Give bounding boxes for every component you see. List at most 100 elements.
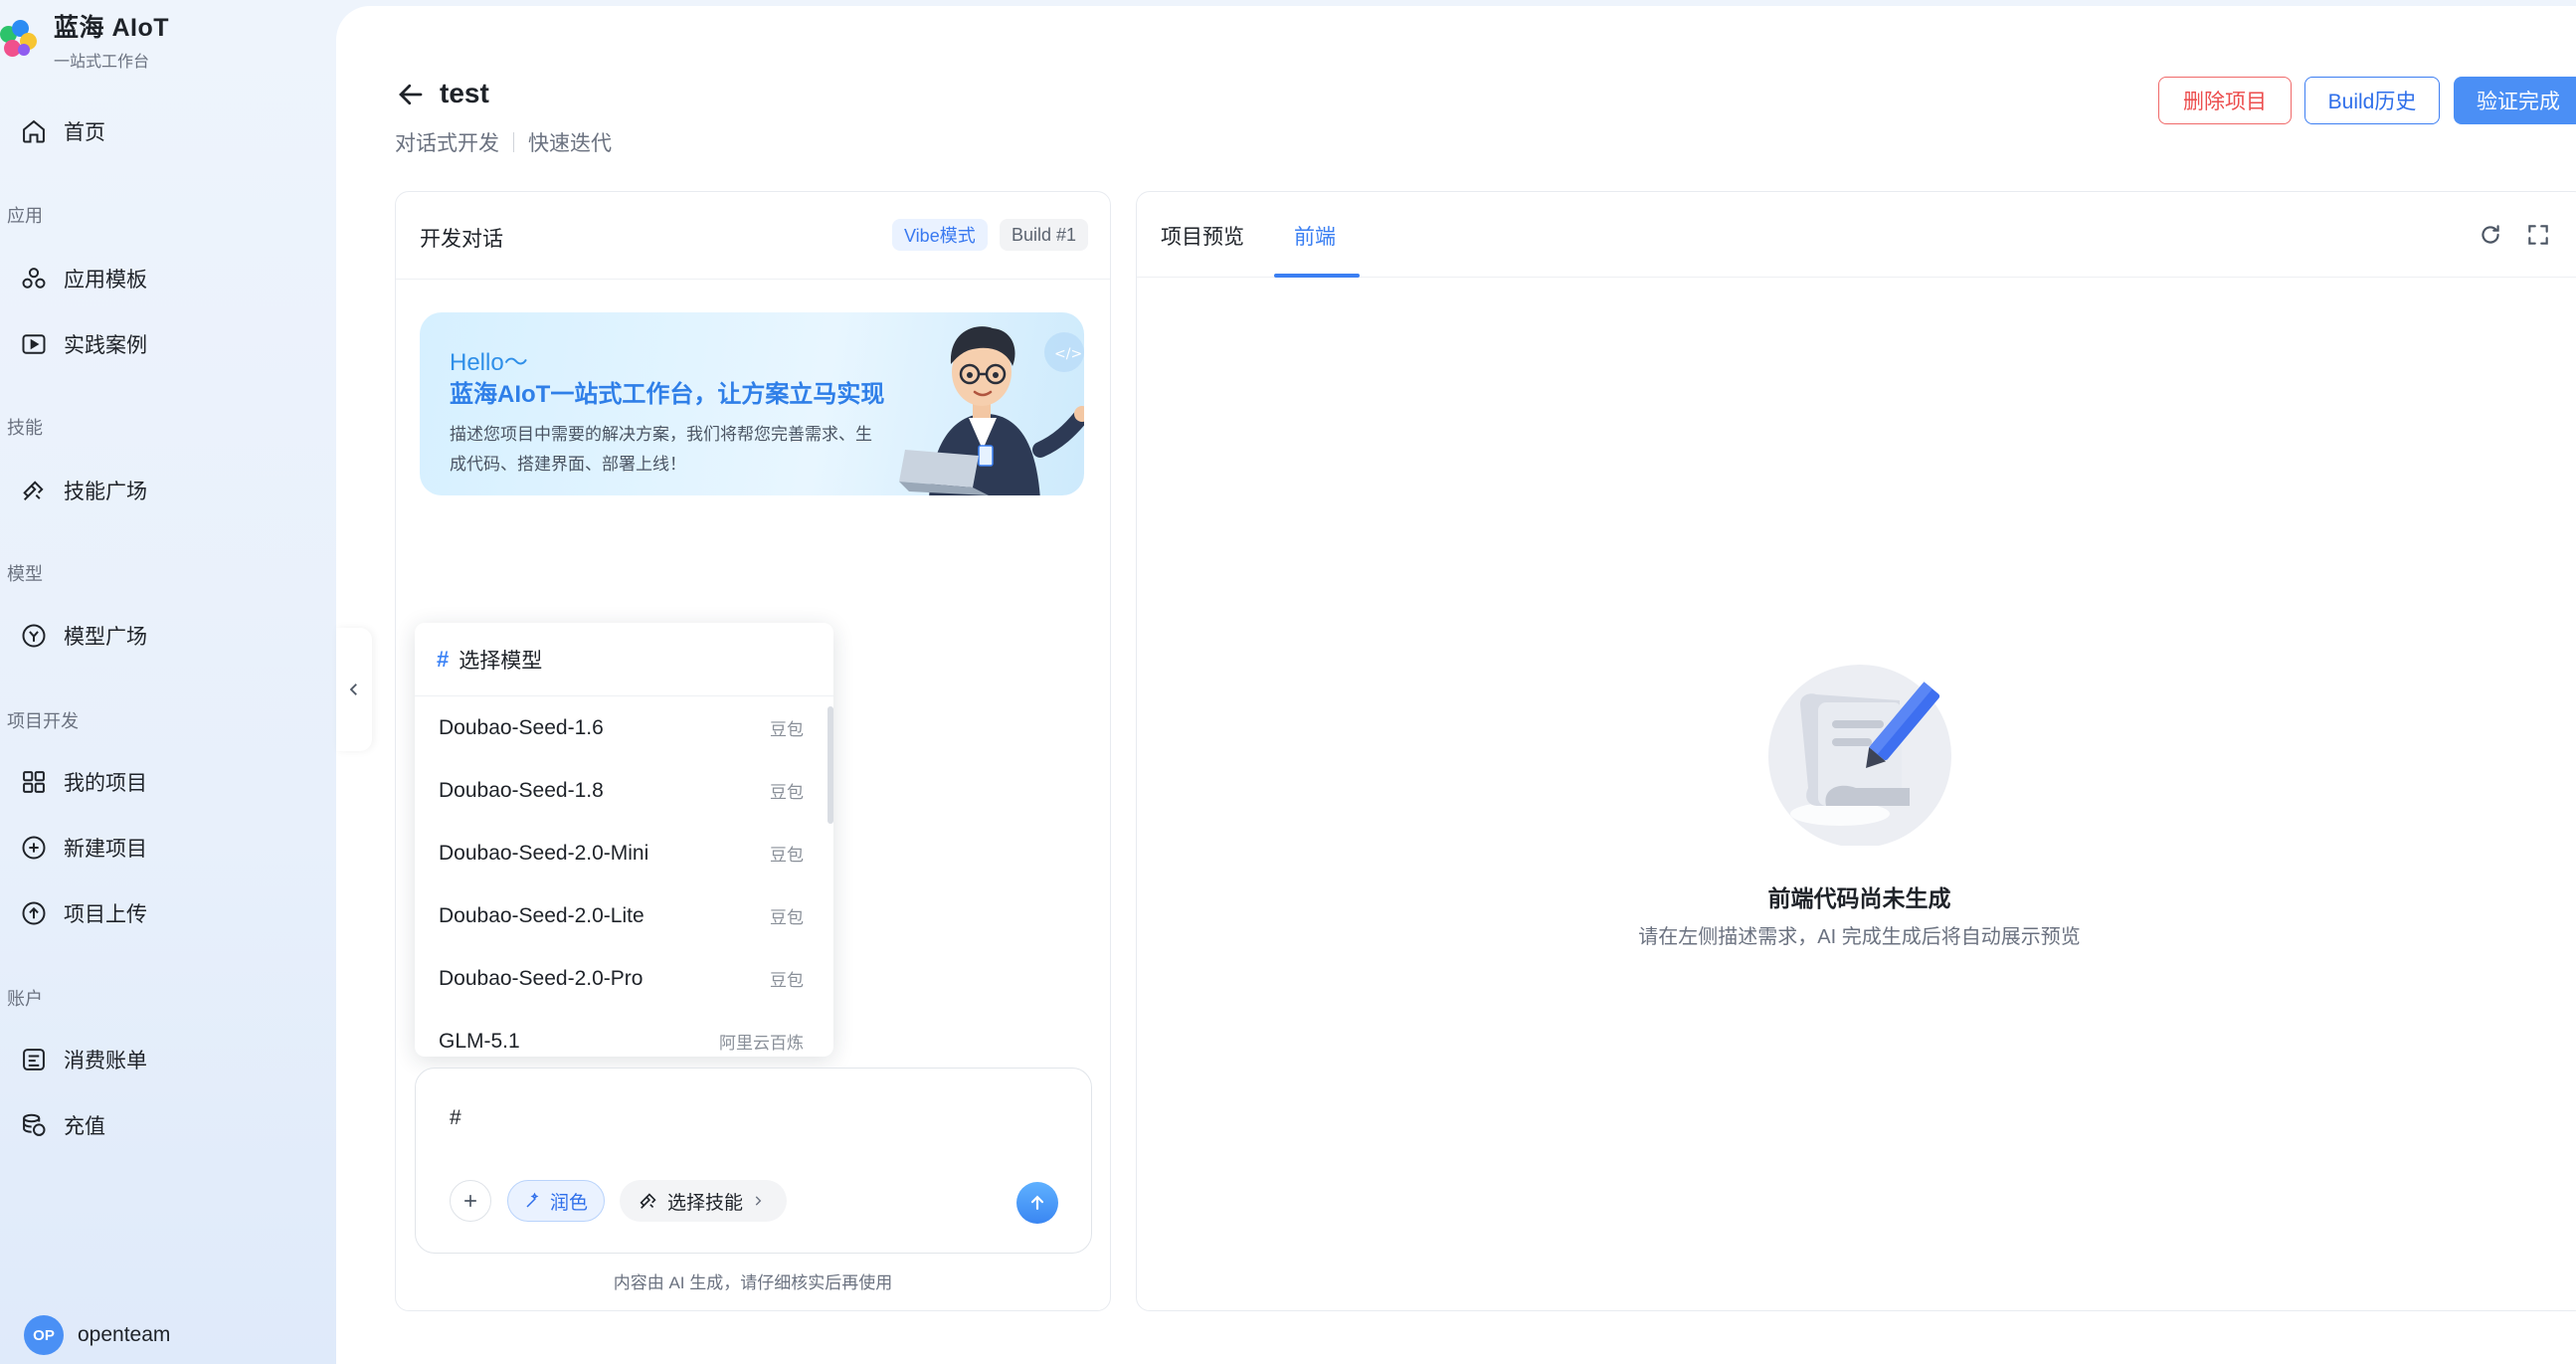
model-option[interactable]: Doubao-Seed-2.0-Pro 豆包: [415, 947, 833, 1010]
model-option[interactable]: Doubao-Seed-2.0-Lite 豆包: [415, 884, 833, 947]
sidebar-item-upload-project[interactable]: 项目上传: [20, 893, 147, 933]
brand-logo-icon: [0, 20, 40, 60]
page-title: test: [440, 78, 489, 108]
arrow-up-icon: [1030, 1195, 1044, 1210]
model-option[interactable]: Doubao-Seed-2.0-Mini 豆包: [415, 822, 833, 884]
model-option[interactable]: GLM-5.1 阿里云百炼: [415, 1010, 833, 1057]
bill-icon: [23, 1049, 45, 1071]
model-name: Doubao-Seed-2.0-Lite: [439, 903, 644, 927]
sidebar-item-recharge[interactable]: 充值: [20, 1105, 105, 1145]
developer-character-illustration: </>: [899, 326, 1084, 495]
model-name: Doubao-Seed-2.0-Mini: [439, 841, 649, 865]
sidebar-item-my-projects[interactable]: 我的项目: [20, 762, 147, 802]
select-skill-button[interactable]: 选择技能: [620, 1180, 788, 1222]
nav-section-account: 账户: [7, 989, 43, 1009]
divider: [513, 132, 514, 152]
model-dropdown-title: 选择模型: [459, 649, 543, 673]
polish-label: 润色: [550, 1192, 589, 1214]
upload-icon: [22, 901, 46, 925]
welcome-headline: 蓝海AIoT一站式工作台，让方案立马实现: [450, 381, 885, 408]
nav-section-app: 应用: [7, 206, 43, 226]
model-provider: 豆包: [770, 908, 804, 927]
sidebar: 蓝海 AIoT 一站式工作台 首页 应用 应用模板 实践案例 技能 技能广场 模…: [0, 0, 334, 1364]
nav-section-model: 模型: [7, 564, 43, 584]
sidebar-item-practice-cases[interactable]: 实践案例: [20, 324, 147, 364]
mode-tag[interactable]: Vibe模式: [892, 219, 988, 251]
model-option[interactable]: Doubao-Seed-1.8 豆包: [415, 759, 833, 822]
sidebar-item-skill-market[interactable]: 技能广场: [20, 471, 147, 510]
model-list-scrollbar[interactable]: [828, 706, 833, 824]
verify-complete-button[interactable]: 验证完成: [2454, 77, 2576, 124]
nav-section-project: 项目开发: [7, 711, 79, 731]
app-root: 蓝海 AIoT 一站式工作台 首页 应用 应用模板 实践案例 技能 技能广场 模…: [0, 0, 2576, 1364]
model-provider: 豆包: [770, 846, 804, 865]
nav-section-skill: 技能: [7, 418, 43, 438]
brand-subtitle: 一站式工作台: [54, 54, 150, 71]
model-name: GLM-5.1: [439, 1029, 520, 1053]
magic-wand-icon: [526, 1192, 539, 1208]
sidebar-item-home[interactable]: 首页: [20, 111, 105, 151]
empty-document-illustration: [1768, 665, 1951, 846]
chat-input[interactable]: #: [450, 1106, 461, 1130]
attach-button[interactable]: [450, 1180, 491, 1222]
sidebar-item-label: 应用模板: [64, 269, 147, 292]
select-skill-label: 选择技能: [667, 1192, 744, 1214]
ai-disclaimer: 内容由 AI 生成，请仔细核实后再使用: [613, 1273, 893, 1292]
back-arrow-icon[interactable]: [396, 80, 426, 109]
sidebar-item-label: 项目上传: [64, 903, 147, 926]
home-icon: [23, 119, 45, 143]
avatar: OP: [24, 1315, 64, 1355]
empty-state-title: 前端代码尚未生成: [1767, 885, 1951, 911]
refresh-icon[interactable]: [2478, 222, 2503, 248]
chevron-right-icon: [755, 1196, 762, 1206]
model-provider: 阿里云百炼: [719, 1034, 804, 1053]
sidebar-item-label: 实践案例: [64, 334, 147, 357]
chat-input-box[interactable]: # 润色 选择技能: [415, 1068, 1092, 1254]
model-option[interactable]: Doubao-Seed-1.6 豆包: [415, 696, 833, 759]
sidebar-collapse-button[interactable]: [336, 628, 372, 751]
plus-circle-icon: [22, 836, 46, 860]
page-subtitle: 对话式开发 快速迭代: [395, 127, 612, 157]
model-list: Doubao-Seed-1.6 豆包 Doubao-Seed-1.8 豆包 Do…: [415, 696, 833, 1057]
sidebar-item-app-templates[interactable]: 应用模板: [20, 259, 147, 298]
skill-icon: [23, 481, 44, 501]
welcome-description: 描述您项目中需要的解决方案，我们将帮您完善需求、生成代码、搭建界面、部署上线！: [450, 425, 872, 474]
sidebar-item-label: 我的项目: [64, 772, 147, 795]
brand[interactable]: 蓝海 AIoT 一站式工作台: [0, 8, 169, 72]
svg-text:</>: </>: [1054, 346, 1082, 362]
delete-project-button[interactable]: 删除项目: [2158, 77, 2292, 124]
coins-icon: [23, 1113, 46, 1136]
model-provider: 豆包: [770, 971, 804, 990]
sidebar-item-label: 新建项目: [64, 838, 147, 861]
sidebar-item-new-project[interactable]: 新建项目: [20, 828, 147, 868]
grid-icon: [23, 771, 45, 793]
send-button[interactable]: [1016, 1182, 1058, 1224]
model-provider: 豆包: [770, 783, 804, 802]
build-history-button[interactable]: Build历史: [2304, 77, 2440, 124]
build-tag[interactable]: Build #1: [1000, 219, 1089, 251]
sidebar-item-label: 模型广场: [64, 626, 147, 649]
welcome-card: Hello～ 蓝海AIoT一站式工作台，让方案立马实现 描述您项目中需要的解决方…: [420, 312, 1084, 495]
sidebar-item-billing[interactable]: 消费账单: [20, 1040, 147, 1079]
polish-button[interactable]: 润色: [507, 1180, 606, 1222]
model-name: Doubao-Seed-1.8: [439, 778, 604, 802]
chat-title: 开发对话: [420, 228, 503, 251]
brand-name: 蓝海 AIoT: [54, 14, 169, 42]
model-dropdown-header: # 选择模型: [415, 623, 833, 696]
model-name: Doubao-Seed-1.6: [439, 715, 604, 739]
preview-header: 项目预览 前端: [1137, 192, 2576, 278]
welcome-greeting: Hello～: [450, 349, 528, 376]
user-profile[interactable]: OP openteam: [24, 1315, 170, 1355]
tab-frontend[interactable]: 前端: [1294, 221, 1336, 251]
sidebar-item-label: 技能广场: [64, 481, 147, 503]
sidebar-item-label: 充值: [64, 1115, 105, 1138]
tab-project-preview[interactable]: 项目预览: [1161, 221, 1244, 251]
fullscreen-icon[interactable]: [2525, 222, 2551, 248]
active-tab-indicator: [1274, 274, 1360, 278]
sidebar-item-label: 消费账单: [64, 1050, 147, 1072]
model-dropdown: # 选择模型 Doubao-Seed-1.6 豆包 Doubao-Seed-1.…: [415, 623, 833, 1057]
sidebar-item-model-market[interactable]: 模型广场: [20, 616, 147, 656]
plus-icon: [464, 1195, 476, 1207]
model-provider: 豆包: [770, 720, 804, 739]
model-icon: [22, 624, 46, 648]
